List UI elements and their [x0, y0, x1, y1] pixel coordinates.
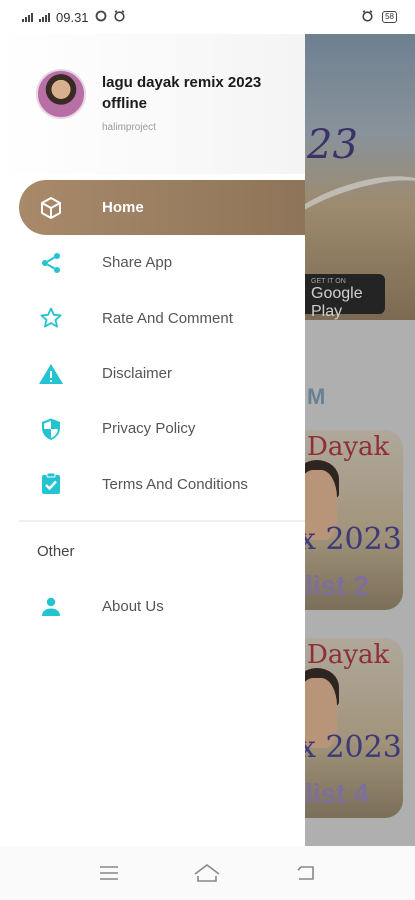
shield-icon: [38, 416, 64, 442]
back-icon: [297, 866, 314, 880]
menu-label: Home: [102, 199, 144, 217]
recent-apps-button[interactable]: [94, 861, 124, 885]
share-icon: [38, 250, 64, 276]
signal-icon: [39, 12, 50, 22]
menu-divider: [19, 520, 305, 522]
menu-item-privacy-policy[interactable]: Privacy Policy: [0, 401, 305, 456]
status-right: 58: [361, 9, 397, 25]
menu-label: Rate And Comment: [102, 309, 233, 327]
clipboard-check-icon: [38, 471, 64, 497]
menu-item-home[interactable]: Home: [19, 180, 305, 236]
drawer-menu: Home Share App Rate And Comment Disclaim…: [0, 180, 305, 512]
alarm-icon: [361, 9, 374, 25]
warning-icon: [38, 361, 64, 387]
system-nav-bar: [0, 846, 415, 900]
menu-item-disclaimer[interactable]: Disclaimer: [0, 346, 305, 401]
home-button[interactable]: [192, 861, 222, 885]
menu-item-about-us[interactable]: About Us: [0, 579, 305, 634]
menu-label: About Us: [102, 598, 164, 616]
alarm-icon: [113, 9, 126, 25]
person-icon: [38, 594, 64, 620]
battery-icon: 58: [382, 11, 397, 23]
section-label-other: Other: [37, 543, 75, 560]
scrim-overlay[interactable]: [305, 34, 415, 846]
menu-label: Share App: [102, 254, 173, 272]
developer-name: halimproject: [102, 122, 156, 133]
home-icon: [195, 864, 220, 882]
back-button[interactable]: [291, 861, 321, 885]
background-app-content[interactable]: 23 GET IT ON Google Play M Dayak x 2023 …: [305, 34, 415, 846]
status-bar: 09.31 58: [0, 0, 415, 34]
menu-icon: [100, 866, 119, 880]
about-group: About Us: [0, 579, 305, 634]
menu-label: Privacy Policy: [102, 420, 196, 438]
menu-item-share-app[interactable]: Share App: [0, 235, 305, 290]
clock: 09.31: [56, 9, 89, 25]
signal-icon: [22, 12, 33, 22]
menu-item-terms[interactable]: Terms And Conditions: [0, 456, 305, 511]
status-left: 09.31: [22, 10, 126, 25]
app-avatar: [36, 69, 86, 119]
menu-item-rate[interactable]: Rate And Comment: [0, 291, 305, 346]
app-name: lagu dayak remix 2023 offline: [102, 74, 262, 112]
drawer-header: lagu dayak remix 2023 offline halimproje…: [0, 34, 305, 174]
menu-label: Terms And Conditions: [102, 475, 248, 493]
notification-icon: [95, 10, 107, 25]
navigation-drawer: lagu dayak remix 2023 offline halimproje…: [0, 34, 305, 846]
menu-label: Disclaimer: [102, 365, 173, 383]
star-icon: [38, 305, 64, 331]
cube-icon: [38, 195, 64, 221]
